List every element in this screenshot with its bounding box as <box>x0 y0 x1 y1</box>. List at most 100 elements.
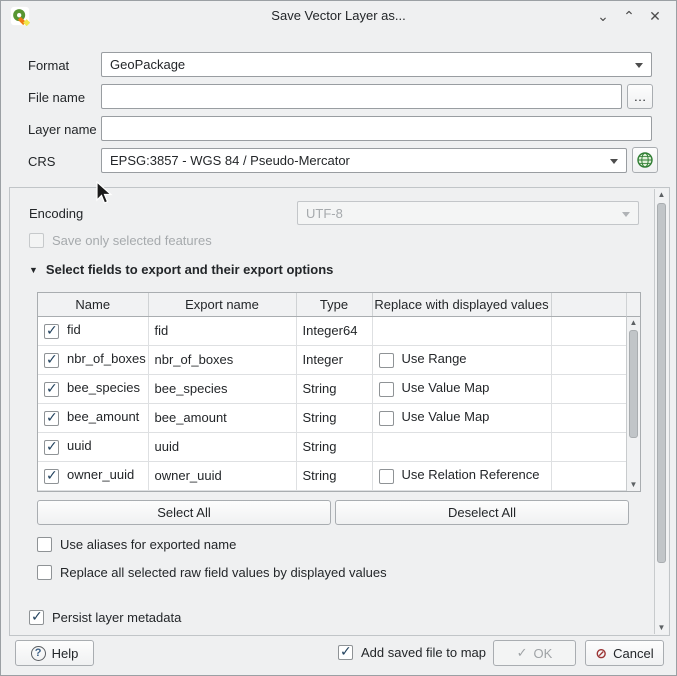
aliases-checkbox[interactable] <box>37 537 52 552</box>
header-type[interactable]: Type <box>296 293 372 316</box>
field-type-cell: String <box>296 403 372 432</box>
add-to-map-checkbox[interactable] <box>338 645 353 660</box>
field-name-label: bee_amount <box>67 409 139 424</box>
field-type-cell: String <box>296 432 372 461</box>
field-include-checkbox[interactable] <box>44 382 59 397</box>
field-include-checkbox[interactable] <box>44 411 59 426</box>
file-name-label: File name <box>28 90 85 105</box>
persist-metadata-checkbox[interactable] <box>29 610 44 625</box>
field-row: owner_uuidowner_uuidStringUse Relation R… <box>38 461 627 490</box>
close-icon[interactable]: ✕ <box>644 5 666 27</box>
table-scrollbar-thumb[interactable] <box>629 330 638 438</box>
field-replace-cell <box>372 432 551 461</box>
persist-metadata-checkbox-row: Persist layer metadata <box>29 610 181 625</box>
field-replace-cell[interactable]: Use Value Map <box>372 403 551 432</box>
field-export-name-cell[interactable]: owner_uuid <box>148 461 296 490</box>
field-name-cell[interactable]: uuid <box>38 432 148 461</box>
save-vector-layer-dialog: Save Vector Layer as... ⌄ ⌃ ✕ Format Geo… <box>0 0 677 676</box>
fields-table-header-row: Name Export name Type Replace with displ… <box>38 293 627 316</box>
field-include-checkbox[interactable] <box>44 324 59 339</box>
field-row: uuiduuidString <box>38 432 627 461</box>
add-to-map-label: Add saved file to map <box>361 645 486 660</box>
deselect-all-button[interactable]: Deselect All <box>335 500 629 525</box>
replace-option-checkbox[interactable] <box>379 469 394 484</box>
field-replace-cell <box>372 316 551 345</box>
help-icon: ? <box>31 646 46 661</box>
table-scroll-corner <box>626 293 640 317</box>
crs-picker-button[interactable] <box>632 147 658 173</box>
save-selected-checkbox <box>29 233 44 248</box>
field-replace-cell[interactable]: Use Value Map <box>372 374 551 403</box>
field-type-cell: String <box>296 461 372 490</box>
scroll-up-icon[interactable]: ▲ <box>627 317 640 329</box>
options-scrollbar-thumb[interactable] <box>657 203 666 563</box>
encoding-select: UTF-8 <box>297 201 639 225</box>
field-type-cell: Integer <box>296 345 372 374</box>
field-include-checkbox[interactable] <box>44 469 59 484</box>
crs-label: CRS <box>28 154 55 169</box>
format-select[interactable]: GeoPackage <box>101 52 652 77</box>
replace-values-checkbox[interactable] <box>37 565 52 580</box>
field-include-checkbox[interactable] <box>44 353 59 368</box>
ok-label: OK <box>534 646 553 661</box>
field-name-label: nbr_of_boxes <box>67 351 146 366</box>
ok-button: ✓ OK <box>493 640 576 666</box>
field-name-cell[interactable]: nbr_of_boxes <box>38 345 148 374</box>
chevron-down-icon[interactable]: ⌄ <box>592 5 614 27</box>
replace-option-label: Use Value Map <box>402 380 490 395</box>
field-include-checkbox[interactable] <box>44 440 59 455</box>
field-name-cell[interactable]: fid <box>38 316 148 345</box>
field-export-name-cell[interactable]: bee_amount <box>148 403 296 432</box>
titlebar: Save Vector Layer as... ⌄ ⌃ ✕ <box>1 1 676 31</box>
field-filler-cell <box>551 403 627 432</box>
field-row: nbr_of_boxesnbr_of_boxesIntegerUse Range <box>38 345 627 374</box>
scroll-down-icon[interactable]: ▼ <box>627 479 640 491</box>
cancel-icon: ⊘ <box>595 645 607 662</box>
field-name-cell[interactable]: owner_uuid <box>38 461 148 490</box>
layer-name-label: Layer name <box>28 122 97 137</box>
scroll-up-icon[interactable]: ▲ <box>655 189 668 201</box>
encoding-value: UTF-8 <box>306 206 343 221</box>
field-name-cell[interactable]: bee_amount <box>38 403 148 432</box>
replace-option-label: Use Value Map <box>402 409 490 424</box>
header-replace[interactable]: Replace with displayed values <box>372 293 551 316</box>
layer-name-input[interactable] <box>101 116 652 141</box>
select-all-button[interactable]: Select All <box>37 500 331 525</box>
table-scrollbar[interactable]: ▲ ▼ <box>626 317 640 491</box>
ok-check-icon: ✓ <box>517 645 528 661</box>
field-replace-cell[interactable]: Use Range <box>372 345 551 374</box>
scroll-down-icon[interactable]: ▼ <box>655 622 668 634</box>
header-name[interactable]: Name <box>38 293 148 316</box>
aliases-checkbox-row: Use aliases for exported name <box>37 537 236 552</box>
crs-value: EPSG:3857 - WGS 84 / Pseudo-Mercator <box>110 153 350 168</box>
replace-option-checkbox[interactable] <box>379 411 394 426</box>
window-title: Save Vector Layer as... <box>1 8 676 23</box>
field-type-cell: String <box>296 374 372 403</box>
dropdown-arrow-icon <box>622 212 630 217</box>
crs-select[interactable]: EPSG:3857 - WGS 84 / Pseudo-Mercator <box>101 148 627 173</box>
persist-metadata-label: Persist layer metadata <box>52 610 181 625</box>
field-name-cell[interactable]: bee_species <box>38 374 148 403</box>
field-filler-cell <box>551 461 627 490</box>
format-value: GeoPackage <box>110 57 185 72</box>
field-export-name-cell[interactable]: uuid <box>148 432 296 461</box>
header-export-name[interactable]: Export name <box>148 293 296 316</box>
replace-option-checkbox[interactable] <box>379 353 394 368</box>
options-panel: Encoding UTF-8 Save only selected featur… <box>9 187 670 636</box>
field-export-name-cell[interactable]: fid <box>148 316 296 345</box>
help-button[interactable]: ? Help <box>15 640 94 666</box>
field-name-label: uuid <box>67 438 92 453</box>
replace-option-checkbox[interactable] <box>379 382 394 397</box>
field-export-name-cell[interactable]: bee_species <box>148 374 296 403</box>
cancel-button[interactable]: ⊘ Cancel <box>585 640 664 666</box>
options-scrollbar[interactable]: ▲ ▼ <box>654 189 668 634</box>
fields-section-toggle[interactable]: ▼ Select fields to export and their expo… <box>29 262 333 277</box>
field-replace-cell[interactable]: Use Relation Reference <box>372 461 551 490</box>
field-name-label: bee_species <box>67 380 140 395</box>
file-name-input[interactable] <box>101 84 622 109</box>
maximize-icon[interactable]: ⌃ <box>618 5 640 27</box>
save-selected-label: Save only selected features <box>52 233 212 248</box>
browse-button[interactable]: … <box>627 84 653 109</box>
field-export-name-cell[interactable]: nbr_of_boxes <box>148 345 296 374</box>
field-row: bee_speciesbee_speciesStringUse Value Ma… <box>38 374 627 403</box>
